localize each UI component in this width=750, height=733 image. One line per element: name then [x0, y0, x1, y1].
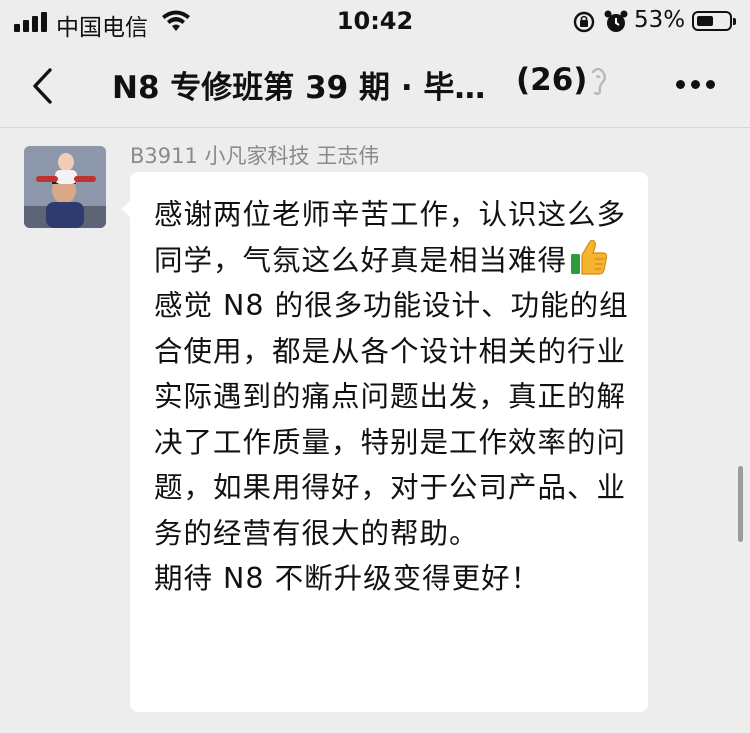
avatar[interactable] — [24, 146, 106, 228]
battery-percent: 53% — [634, 7, 686, 33]
message-bubble[interactable]: 感谢两位老师辛苦工作，认识这么多同学，气氛这么好真是相当难得 感觉 N8 的很多… — [130, 172, 648, 712]
alarm-icon — [604, 10, 628, 32]
scrollbar[interactable] — [738, 466, 743, 542]
more-icon[interactable] — [676, 80, 716, 92]
sender-name: B3911 小凡家科技 王志伟 — [130, 144, 380, 168]
message-text: 感谢两位老师辛苦工作，认识这么多同学，气氛这么好真是相当难得 感觉 N8 的很多… — [154, 192, 632, 602]
avatar-photo — [24, 146, 106, 228]
thumbs-up-icon — [571, 239, 608, 275]
chat-nav-bar: N8 专修班第 39 期 · 毕… (26) — [0, 42, 750, 128]
message-text-part2: 感觉 N8 的很多功能设计、功能的组合使用，都是从各个设计相关的行业实际遇到的痛… — [154, 289, 629, 595]
mute-icon — [591, 67, 606, 95]
status-bar: 中国电信 10:42 53% — [0, 0, 750, 42]
back-icon[interactable] — [26, 64, 60, 108]
battery-icon — [692, 11, 736, 31]
rotation-lock-icon — [573, 11, 595, 33]
member-count: (26) — [516, 62, 588, 98]
chat-title[interactable]: N8 专修班第 39 期 · 毕… — [112, 62, 492, 107]
message-text-part1: 感谢两位老师辛苦工作，认识这么多同学，气氛这么好真是相当难得 — [154, 198, 627, 277]
